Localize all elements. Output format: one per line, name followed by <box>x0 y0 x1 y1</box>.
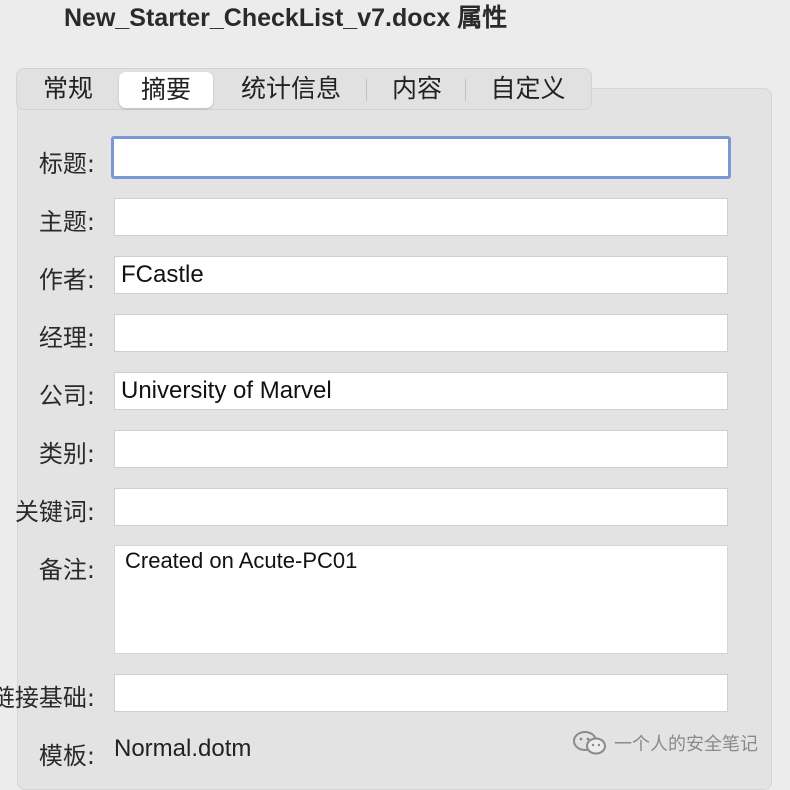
template-value: Normal.dotm <box>114 735 252 762</box>
company-label: 公司: <box>38 382 95 410</box>
hyperlink-base-label: 链接基础: <box>0 684 95 712</box>
window-title: New_Starter_CheckList_v7.docx 属性 <box>64 4 508 32</box>
company-field[interactable]: University of Marvel <box>114 372 728 410</box>
category-field[interactable] <box>114 430 728 468</box>
comments-label: 备注: <box>38 556 95 584</box>
tab-contents[interactable]: 内容 <box>377 69 457 109</box>
comments-textarea[interactable]: Created on Acute-PC01 <box>114 545 728 654</box>
watermark-text: 一个人的安全笔记 <box>614 734 758 755</box>
tab-general[interactable]: 常规 <box>25 69 111 109</box>
manager-label: 经理: <box>38 324 95 352</box>
keywords-label: 关键词: <box>14 498 95 526</box>
category-label: 类别: <box>38 440 95 468</box>
tab-separator <box>465 79 466 101</box>
keywords-field[interactable] <box>114 488 728 526</box>
tab-bar: 常规 摘要 统计信息 内容 自定义 <box>16 68 592 110</box>
title-label: 标题: <box>38 150 95 178</box>
tab-separator <box>366 79 367 101</box>
hyperlink-base-field[interactable] <box>114 674 728 712</box>
tab-custom[interactable]: 自定义 <box>477 69 579 109</box>
title-field[interactable] <box>111 136 731 179</box>
wechat-icon <box>573 731 606 755</box>
tab-statistics[interactable]: 统计信息 <box>227 69 355 109</box>
tab-summary[interactable]: 摘要 <box>119 72 213 108</box>
subject-field[interactable] <box>114 198 728 236</box>
template-label: 模板: <box>38 742 95 770</box>
watermark: 一个人的安全笔记 <box>572 729 758 757</box>
subject-label: 主题: <box>38 208 95 236</box>
author-label: 作者: <box>38 266 95 294</box>
author-field[interactable]: FCastle <box>114 256 728 294</box>
title-bar: New_Starter_CheckList_v7.docx 属性 <box>0 0 790 44</box>
manager-field[interactable] <box>114 314 728 352</box>
